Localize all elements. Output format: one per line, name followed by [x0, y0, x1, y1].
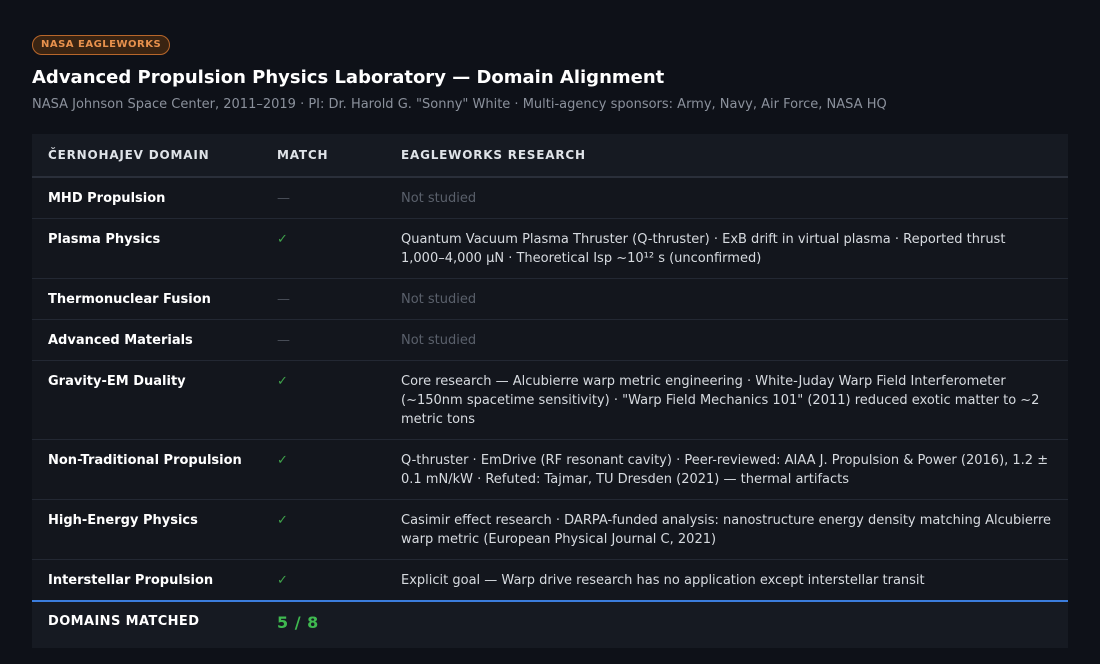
- domain-name: MHD Propulsion: [32, 177, 261, 219]
- check-icon: ✓: [261, 218, 385, 279]
- table-row: Advanced Materials — Not studied: [32, 319, 1068, 361]
- domain-alignment-table: ČERNOHAJEV DOMAIN MATCH EAGLEWORKS RESEA…: [32, 134, 1068, 648]
- research-description: Quantum Vacuum Plasma Thruster (Q-thrust…: [385, 218, 1068, 279]
- column-header-domain: ČERNOHAJEV DOMAIN: [32, 134, 261, 178]
- page-subtitle: NASA Johnson Space Center, 2011–2019 · P…: [32, 97, 887, 112]
- page-title: Advanced Propulsion Physics Laboratory —…: [32, 67, 665, 88]
- domain-name: Interstellar Propulsion: [32, 559, 261, 602]
- table-header: ČERNOHAJEV DOMAIN MATCH EAGLEWORKS RESEA…: [32, 134, 1068, 178]
- research-description: Q-thruster · EmDrive (RF resonant cavity…: [385, 439, 1068, 500]
- table-row: Non-Traditional Propulsion ✓ Q-thruster · …: [32, 439, 1068, 500]
- table-row: Plasma Physics ✓ Quantum Vacuum Plasma Thr…: [32, 218, 1068, 279]
- table-row: Interstellar Propulsion ✓ Explicit goal — …: [32, 559, 1068, 602]
- header-row: ČERNOHAJEV DOMAIN MATCH EAGLEWORKS RESEA…: [32, 134, 1068, 178]
- domains-matched-label: DOMAINS MATCHED: [32, 601, 261, 648]
- table-footer: DOMAINS MATCHED 5 / 8: [32, 601, 1068, 648]
- domains-matched-value: 5 / 8: [261, 601, 385, 648]
- check-icon: ✓: [261, 360, 385, 440]
- dash-icon: —: [261, 177, 385, 219]
- dash-icon: —: [261, 278, 385, 320]
- column-header-match: MATCH: [261, 134, 385, 178]
- table-row: MHD Propulsion — Not studied: [32, 177, 1068, 219]
- research-description: Explicit goal — Warp drive research has …: [385, 559, 1068, 602]
- table-row: High-Energy Physics ✓ Casimir effect resea…: [32, 499, 1068, 560]
- total-row-spacer: [385, 601, 1068, 648]
- research-description: Not studied: [385, 177, 1068, 219]
- domain-name: High-Energy Physics: [32, 499, 261, 560]
- dash-icon: —: [261, 319, 385, 361]
- org-badge: NASA EAGLEWORKS: [32, 35, 171, 55]
- research-description: Core research — Alcubierre warp metric e…: [385, 360, 1068, 440]
- research-description: Casimir effect research · DARPA-funded a…: [385, 499, 1068, 560]
- check-icon: ✓: [261, 499, 385, 560]
- domain-name: Thermonuclear Fusion: [32, 278, 261, 320]
- domain-name: Gravity-EM Duality: [32, 360, 261, 440]
- table-body: MHD Propulsion — Not studied Plasma Physics…: [32, 177, 1068, 602]
- table-row: Thermonuclear Fusion — Not studied: [32, 278, 1068, 320]
- research-description: Not studied: [385, 319, 1068, 361]
- table-row: Gravity-EM Duality ✓ Core research — Alcub…: [32, 360, 1068, 440]
- domain-name: Advanced Materials: [32, 319, 261, 361]
- page: NASA EAGLEWORKS Advanced Propulsion Phys…: [0, 0, 1100, 664]
- column-header-research: EAGLEWORKS RESEARCH: [385, 134, 1068, 178]
- domain-name: Non-Traditional Propulsion: [32, 439, 261, 500]
- check-icon: ✓: [261, 559, 385, 602]
- check-icon: ✓: [261, 439, 385, 500]
- research-description: Not studied: [385, 278, 1068, 320]
- domain-name: Plasma Physics: [32, 218, 261, 279]
- total-row: DOMAINS MATCHED 5 / 8: [32, 601, 1068, 648]
